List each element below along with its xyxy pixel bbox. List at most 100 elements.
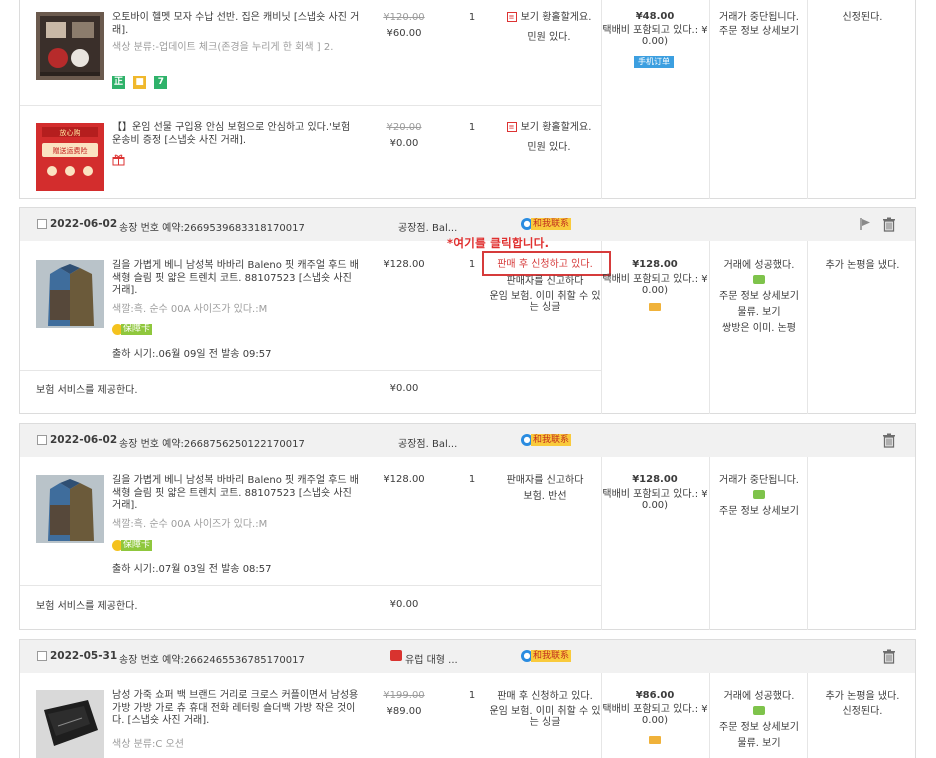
flag-icon[interactable] — [858, 217, 872, 231]
order-date: 2022-06-02 — [50, 434, 118, 446]
order-select-checkbox[interactable] — [37, 219, 47, 229]
shipping-fee-note: 택배비 포함되고 있다.: ¥ 0.00) — [602, 25, 708, 47]
order-number: 송장 번호 예약:2669539683318170017 — [119, 223, 305, 234]
shop-name[interactable]: 공장점. Bal... — [398, 435, 457, 450]
service-badges: 正 ■ 7 — [112, 76, 172, 90]
review-status: 쌍방은 이미. 논평 — [722, 323, 796, 334]
logistics-link[interactable]: 물류. 보기 — [710, 306, 808, 319]
complaint-link[interactable]: 민원 있다. — [493, 141, 605, 154]
insurance-price: ¥0.00 — [389, 599, 419, 610]
complaint-link[interactable]: 민원 있다. — [493, 31, 605, 44]
product-thumbnail[interactable] — [36, 690, 104, 758]
svg-text:赠送运费险: 赠送运费险 — [53, 146, 88, 155]
insurance-link[interactable]: 보험. 반선 — [485, 490, 605, 503]
order-total: ¥128.00 — [632, 259, 678, 270]
quantity: 1 — [468, 122, 476, 133]
order-total: ¥128.00 — [632, 474, 678, 485]
order-select-checkbox[interactable] — [37, 435, 47, 445]
order-card: 오토바이 헬멧 모자 수납 선반. 집은 캐비닛 [스냅숏 사진 거래]. 색상… — [19, 0, 916, 199]
original-price: ¥120.00 — [383, 12, 425, 23]
order-card: 2022-05-31 송장 번호 예약:2662465536785170017 … — [19, 639, 916, 758]
delete-order-icon[interactable] — [882, 649, 896, 664]
after-sale-cell: ≡ 보기 황홀할게요. 민원 있다. — [493, 11, 605, 44]
quantity: 1 — [468, 12, 476, 23]
mobile-order-tag: 手机订单 — [634, 56, 674, 68]
payment-card-icon — [649, 736, 661, 744]
after-sale-cell: 판매자를 신고하다 보험. 반선 — [485, 474, 605, 503]
product-title[interactable]: 오토바이 헬멧 모자 수납 선반. 집은 캐비닛 [스냅숏 사진 거래]. — [112, 12, 362, 37]
report-seller-link[interactable]: 판매자를 신고하다 — [485, 275, 605, 288]
gift-icon — [112, 154, 125, 166]
shipping-time: 출하 시기:.07월 03일 전 발송 08:57 — [112, 564, 272, 575]
product-title[interactable]: 길을 가볍게 베니 남성복 바바리 Baleno 핏 캐주얼 후드 배색형 슬림… — [112, 260, 362, 298]
other-action[interactable]: 신정된다. — [808, 11, 917, 24]
order-status: 거래가 중단됩니다. — [719, 12, 799, 23]
quantity: 1 — [468, 690, 476, 701]
paid-price: ¥128.00 — [383, 474, 425, 485]
status-cell: 거래가 중단됩니다. 주문 정보 상세보기 — [710, 11, 808, 38]
report-seller-link[interactable]: 판매자를 신고하다 — [485, 474, 605, 487]
shop-name[interactable]: 공장점. Bal... — [398, 219, 457, 234]
insurance-service: 보험 서비스를 제공한다. — [36, 601, 138, 612]
order-card: 2022-06-02 송장 번호 예약:2669539683318170017 … — [19, 207, 916, 414]
original-price: ¥199.00 — [383, 690, 425, 701]
product-title[interactable]: 남성 가죽 쇼퍼 백 브랜드 거리로 크로스 커플이면서 남성용 가방 가방 가… — [112, 690, 362, 728]
contact-seller-button[interactable]: ● 和我联系 — [521, 650, 572, 663]
seven-day-return-badge-icon: 7 — [154, 76, 168, 89]
view-refund-link[interactable]: ≡ 보기 황홀할게요. — [493, 121, 605, 134]
apply-after-sale-link[interactable]: 판매 후 신청하고 있다. — [485, 690, 605, 703]
order-date: 2022-06-02 — [50, 218, 118, 230]
order-card: 2022-06-02 송장 번호 예약:2668756250122170017 … — [19, 423, 916, 630]
quantity: 1 — [468, 259, 476, 270]
order-detail-link[interactable]: 주문 정보 상세보기 — [710, 25, 808, 38]
freight-insurance-link[interactable]: 운임 보험. 이미 취할 수 있는 싱글 — [485, 706, 605, 728]
product-attributes: 색깔:흑. 순수 00A 사이즈가 있다.:M — [112, 519, 268, 530]
refund-icon: ≡ — [506, 122, 517, 132]
order-select-checkbox[interactable] — [37, 651, 47, 661]
order-number: 송장 번호 예약:2668756250122170017 — [119, 439, 305, 450]
after-sale-cell: ≡ 보기 황홀할게요. 민원 있다. — [493, 121, 605, 154]
guarantee-card[interactable]: 保障卡 — [112, 324, 153, 337]
shipping-time: 출하 시기:.06월 09일 전 발송 09:57 — [112, 349, 272, 360]
shipping-fee-note: 택배비 포함되고 있다.: ¥ 0.00) — [602, 489, 708, 511]
product-title[interactable]: 【】운임 선물 구입용 안심 보험으로 안심하고 있다.'보험 운송비 증정 [… — [112, 122, 362, 147]
freight-insurance-link[interactable]: 운임 보험. 이미 취할 수 있는 싱글 — [485, 291, 605, 313]
payment-card-icon — [649, 303, 661, 311]
order-status: 거래에 성공했다. — [723, 260, 795, 271]
gift-badge-icon: ■ — [133, 76, 147, 89]
product-attributes: 색상 분류:-업데이트 체크(존경을 누리게 한 회색 ] 2. — [112, 42, 334, 53]
order-detail-link[interactable]: 주문 정보 상세보기 — [710, 290, 808, 303]
delete-order-icon[interactable] — [882, 433, 896, 448]
message-icon[interactable] — [753, 706, 765, 715]
guarantee-card[interactable]: 保障卡 — [112, 540, 153, 553]
contact-seller-button[interactable]: ● 和我联系 — [521, 218, 572, 231]
product-thumbnail[interactable] — [36, 12, 104, 80]
insurance-service: 보험 서비스를 제공한다. — [36, 385, 138, 396]
logistics-link[interactable]: 물류. 보기 — [710, 737, 808, 750]
additional-review-link[interactable]: 추가 논평을 냈다. — [808, 690, 917, 703]
order-number: 송장 번호 예약:2662465536785170017 — [119, 655, 305, 666]
shop-name[interactable]: 유럽 대형 ... — [405, 651, 458, 666]
delete-order-icon[interactable] — [882, 217, 896, 232]
shop-icon — [390, 650, 402, 661]
additional-review-link[interactable]: 추가 논평을 냈다. — [808, 259, 917, 272]
product-title[interactable]: 길을 가볍게 베니 남성복 바바리 Baleno 핏 캐주얼 후드 배색형 슬림… — [112, 475, 362, 513]
apply-after-sale-link[interactable]: 판매 후 신청하고 있다. — [485, 258, 605, 271]
product-thumbnail[interactable]: 放心购 赠送运费险 — [36, 123, 104, 191]
contact-seller-button[interactable]: ● 和我联系 — [521, 434, 572, 447]
product-thumbnail[interactable] — [36, 475, 104, 543]
shipping-fee-note: 택배비 포함되고 있다.: ¥ 0.00) — [602, 704, 708, 726]
paid-price: ¥128.00 — [383, 259, 425, 270]
order-detail-link[interactable]: 주문 정보 상세보기 — [710, 505, 808, 518]
message-icon[interactable] — [753, 275, 765, 284]
refund-icon: ≡ — [506, 12, 517, 22]
order-date: 2022-05-31 — [50, 650, 118, 662]
order-total: ¥86.00 — [635, 690, 675, 701]
product-thumbnail[interactable] — [36, 260, 104, 328]
order-detail-link[interactable]: 주문 정보 상세보기 — [710, 721, 808, 734]
view-refund-link[interactable]: ≡ 보기 황홀할게요. — [493, 11, 605, 24]
other-action[interactable]: 신정된다. — [808, 705, 917, 718]
paid-price: ¥89.00 — [386, 706, 422, 717]
message-icon[interactable] — [753, 490, 765, 499]
status-cell: 거래가 중단됩니다. 주문 정보 상세보기 — [710, 474, 808, 518]
